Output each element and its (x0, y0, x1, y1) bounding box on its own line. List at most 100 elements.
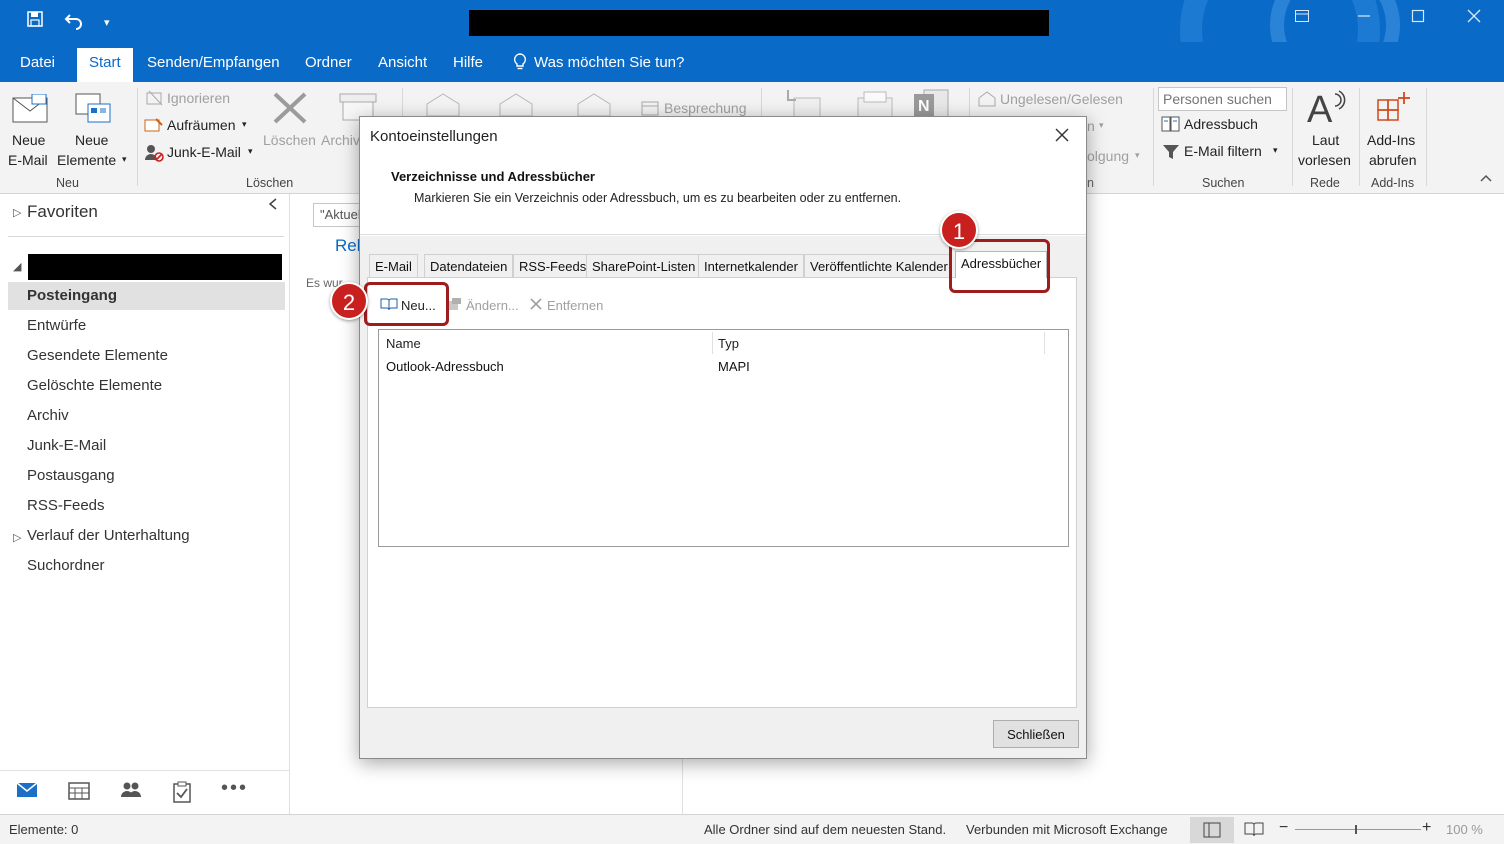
menu-datei[interactable]: Datei (20, 54, 55, 71)
folder-geloeschte-elemente[interactable]: Gelöschte Elemente (27, 377, 162, 394)
chevron-down-icon[interactable]: ▾ (242, 119, 247, 130)
cleanup-button[interactable]: Aufräumen (167, 117, 235, 133)
tab-published-calendars[interactable]: Veröffentlichte Kalender (804, 254, 951, 277)
folder-verlauf-der-unterhaltung[interactable]: Verlauf der Unterhaltung (27, 527, 190, 544)
add-ins-label-1[interactable]: Add-Ins (1367, 132, 1415, 148)
menu-start[interactable]: Start (77, 48, 133, 82)
maximize-icon[interactable] (1410, 8, 1426, 29)
address-book-button[interactable]: Adressbuch (1184, 116, 1258, 132)
chevron-down-icon[interactable]: ▾ (1273, 145, 1278, 156)
reading-view-icon[interactable] (1244, 821, 1264, 840)
search-people-input[interactable] (1158, 87, 1287, 111)
zoom-slider[interactable] (1295, 829, 1421, 830)
people-icon[interactable] (120, 781, 142, 805)
undo-icon[interactable] (64, 10, 84, 36)
highlight-frame-new (364, 282, 449, 326)
menu-start-label: Start (89, 54, 121, 71)
followup-partial[interactable]: olgung (1087, 148, 1129, 164)
menu-hilfe[interactable]: Hilfe (453, 54, 483, 71)
mail-icon[interactable] (16, 781, 38, 805)
remove-button[interactable]: Entfernen (547, 298, 603, 313)
new-items-label-1[interactable]: Neue (75, 132, 108, 148)
zoom-level[interactable]: 100 % (1446, 822, 1483, 837)
row-type[interactable]: MAPI (718, 359, 750, 374)
folder-suchordner[interactable]: Suchordner (27, 557, 105, 574)
tasks-icon[interactable] (172, 781, 192, 809)
folder-rss-feeds[interactable]: RSS-Feeds (27, 497, 105, 514)
normal-view-button[interactable] (1190, 817, 1234, 843)
zoom-out-button[interactable]: − (1279, 819, 1288, 837)
tab-sharepoint-lists[interactable]: SharePoint-Listen (586, 254, 702, 277)
tell-me-search[interactable]: Was möchten Sie tun? (534, 54, 684, 71)
folder-archiv[interactable]: Archiv (27, 407, 69, 424)
ribbon-display-icon[interactable] (1294, 8, 1310, 29)
read-aloud-icon[interactable]: A (1307, 88, 1347, 131)
tab-data-files[interactable]: Datendateien (424, 254, 514, 277)
chevron-down-icon[interactable]: ▾ (122, 154, 127, 165)
folder-junk-email[interactable]: Junk-E-Mail (27, 437, 106, 454)
menu-ordner[interactable]: Ordner (305, 54, 352, 71)
chevron-down-icon[interactable]: ▾ (1135, 150, 1140, 161)
ribbon-separator (1426, 88, 1427, 186)
categorize-partial[interactable]: n (1087, 118, 1095, 134)
zoom-in-button[interactable]: + (1422, 819, 1431, 837)
new-items-icon[interactable] (74, 90, 112, 129)
tab-internet-calendars[interactable]: Internetkalender (698, 254, 804, 277)
junk-button[interactable]: Junk-E-Mail (167, 144, 241, 160)
dialog-header: Verzeichnisse und Adressbücher Markieren… (360, 155, 1086, 235)
save-icon[interactable] (26, 10, 46, 36)
folder-gesendete-elemente[interactable]: Gesendete Elemente (27, 347, 168, 364)
filter-icon (1162, 143, 1180, 164)
collapse-ribbon-icon[interactable] (1479, 172, 1493, 186)
customize-icon[interactable]: ▾ (104, 13, 110, 33)
close-icon[interactable] (1466, 8, 1482, 29)
filter-email-button[interactable]: E-Mail filtern (1184, 143, 1262, 159)
delete-icon[interactable] (272, 92, 308, 127)
ignore-button[interactable]: Ignorieren (167, 90, 230, 106)
divider (8, 236, 284, 237)
unread-read-button[interactable]: Ungelesen/Gelesen (1000, 91, 1123, 107)
tab-email[interactable]: E-Mail (369, 254, 418, 277)
calendar-icon[interactable] (68, 781, 90, 807)
tab-rss-feeds[interactable]: RSS-Feeds (513, 254, 593, 277)
row-name[interactable]: Outlook-Adressbuch (386, 359, 504, 374)
add-ins-icon[interactable] (1376, 90, 1412, 127)
menu-ansicht[interactable]: Ansicht (378, 54, 427, 71)
folder-postausgang[interactable]: Postausgang (27, 467, 115, 484)
favorites-header[interactable]: Favoriten (27, 202, 98, 222)
close-dialog-button[interactable]: Schließen (993, 720, 1079, 748)
chevron-expanded-icon[interactable]: ◢ (13, 260, 21, 273)
column-separator[interactable] (712, 332, 713, 354)
folder-posteingang[interactable]: Posteingang (27, 287, 117, 304)
delete-button[interactable]: Löschen (263, 132, 316, 148)
change-button[interactable]: Ändern... (466, 298, 519, 313)
folder-entwuerfe[interactable]: Entwürfe (27, 317, 86, 334)
column-separator[interactable] (1044, 332, 1045, 354)
address-book-list[interactable]: Name Typ Outlook-Adressbuch MAPI (378, 329, 1069, 547)
column-header-name[interactable]: Name (386, 336, 421, 351)
collapse-pane-icon[interactable] (268, 198, 278, 213)
read-aloud-label-2[interactable]: vorlesen (1298, 152, 1351, 168)
meeting-button[interactable]: Besprechung (664, 100, 747, 116)
column-header-type[interactable]: Typ (718, 336, 739, 351)
menu-senden-empfangen[interactable]: Senden/Empfangen (147, 54, 280, 71)
archive-button[interactable]: Archiv (321, 132, 359, 148)
new-items-label-2[interactable]: Elemente (57, 152, 116, 168)
dialog-close-icon[interactable] (1054, 123, 1070, 149)
minimize-icon[interactable] (1356, 8, 1372, 29)
chevron-right-icon[interactable]: ▷ (13, 531, 21, 544)
more-icon[interactable]: ••• (221, 777, 248, 800)
group-label-delete: Löschen (246, 176, 294, 190)
svg-text:A: A (1307, 89, 1333, 126)
tab-relevant[interactable]: Rel (335, 236, 361, 256)
new-email-icon[interactable] (12, 93, 48, 127)
new-email-label-2[interactable]: E-Mail (8, 152, 48, 168)
read-aloud-label-1[interactable]: Laut (1312, 132, 1339, 148)
zoom-slider-thumb[interactable] (1355, 825, 1357, 834)
chevron-down-icon[interactable]: ▾ (248, 146, 253, 157)
chevron-right-icon[interactable]: ▷ (13, 206, 21, 219)
add-ins-label-2[interactable]: abrufen (1369, 152, 1416, 168)
chevron-down-icon[interactable]: ▾ (1099, 120, 1104, 131)
new-email-label-1[interactable]: Neue (12, 132, 45, 148)
ribbon-separator (1359, 88, 1360, 186)
